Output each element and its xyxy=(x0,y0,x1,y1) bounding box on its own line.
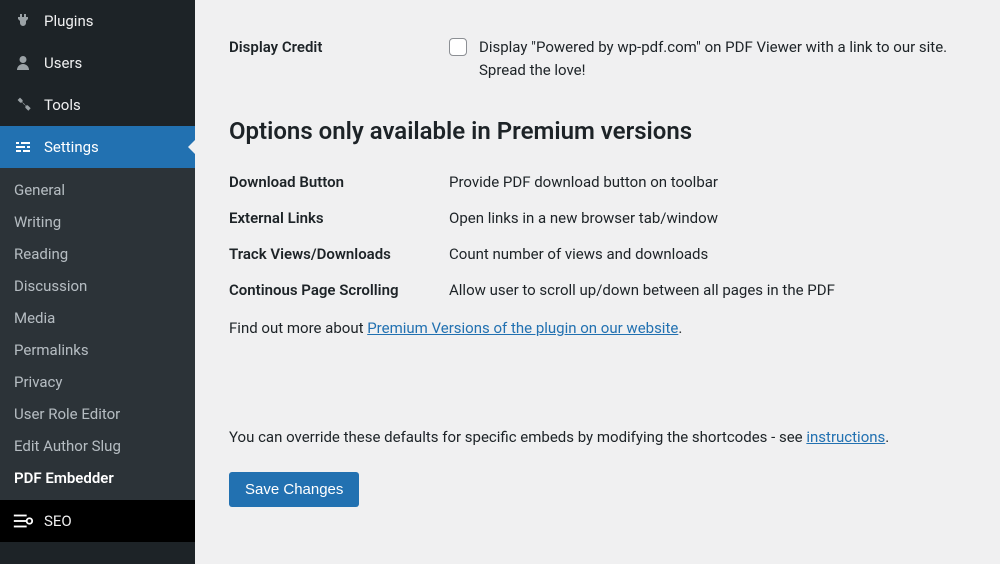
submenu-item-media[interactable]: Media xyxy=(0,302,195,334)
premium-versions-link[interactable]: Premium Versions of the plugin on our we… xyxy=(367,319,678,337)
submenu-item-pdf-embedder[interactable]: PDF Embedder xyxy=(0,462,195,494)
seo-icon xyxy=(12,510,34,532)
premium-option-row: Continous Page ScrollingAllow user to sc… xyxy=(229,281,966,299)
settings-content: Display Credit Display "Powered by wp-pd… xyxy=(195,0,1000,564)
submenu-item-general[interactable]: General xyxy=(0,174,195,206)
wrench-icon xyxy=(12,94,34,116)
sidebar-item-users[interactable]: Users xyxy=(0,42,195,84)
settings-submenu: GeneralWritingReadingDiscussionMediaPerm… xyxy=(0,168,195,500)
submenu-item-reading[interactable]: Reading xyxy=(0,238,195,270)
premium-option-label: External Links xyxy=(229,209,449,227)
premium-option-row: Track Views/DownloadsCount number of vie… xyxy=(229,245,966,263)
premium-option-label: Track Views/Downloads xyxy=(229,245,449,263)
instructions-link[interactable]: instructions xyxy=(806,428,885,446)
premium-option-desc: Open links in a new browser tab/window xyxy=(449,209,966,227)
premium-option-desc: Provide PDF download button on toolbar xyxy=(449,173,966,191)
premium-option-row: Download ButtonProvide PDF download butt… xyxy=(229,173,966,191)
submenu-item-discussion[interactable]: Discussion xyxy=(0,270,195,302)
premium-option-desc: Allow user to scroll up/down between all… xyxy=(449,281,966,299)
user-icon xyxy=(12,52,34,74)
premium-option-row: External LinksOpen links in a new browse… xyxy=(229,209,966,227)
display-credit-checkbox[interactable] xyxy=(449,38,467,56)
override-note: You can override these defaults for spec… xyxy=(229,426,966,449)
submenu-item-permalinks[interactable]: Permalinks xyxy=(0,334,195,366)
submenu-item-writing[interactable]: Writing xyxy=(0,206,195,238)
sidebar-item-plugins[interactable]: Plugins xyxy=(0,0,195,42)
premium-option-label: Continous Page Scrolling xyxy=(229,281,449,299)
sidebar-item-seo[interactable]: SEO xyxy=(0,500,195,542)
submenu-item-edit-author-slug[interactable]: Edit Author Slug xyxy=(0,430,195,462)
premium-option-desc: Count number of views and downloads xyxy=(449,245,966,263)
sidebar-item-settings[interactable]: Settings xyxy=(0,126,195,168)
save-changes-button[interactable]: Save Changes xyxy=(229,472,359,507)
sidebar-item-tools[interactable]: Tools xyxy=(0,84,195,126)
admin-sidebar: Plugins Users Tools Settings GeneralWriting… xyxy=(0,0,195,564)
display-credit-row: Display Credit Display "Powered by wp-pd… xyxy=(229,36,966,81)
premium-section-heading: Options only available in Premium versio… xyxy=(229,117,966,145)
submenu-item-privacy[interactable]: Privacy xyxy=(0,366,195,398)
sidebar-item-label: Users xyxy=(44,54,82,72)
sidebar-item-label: SEO xyxy=(44,512,72,530)
sidebar-item-label: Plugins xyxy=(44,12,93,30)
display-credit-label: Display Credit xyxy=(229,36,449,81)
sliders-icon xyxy=(12,136,34,158)
premium-find-out-more: Find out more about Premium Versions of … xyxy=(229,317,966,340)
premium-option-label: Download Button xyxy=(229,173,449,191)
sidebar-item-label: Settings xyxy=(44,138,99,156)
plug-icon xyxy=(12,10,34,32)
display-credit-description: Display "Powered by wp-pdf.com" on PDF V… xyxy=(479,36,966,81)
sidebar-item-label: Tools xyxy=(44,96,81,114)
submenu-item-user-role-editor[interactable]: User Role Editor xyxy=(0,398,195,430)
